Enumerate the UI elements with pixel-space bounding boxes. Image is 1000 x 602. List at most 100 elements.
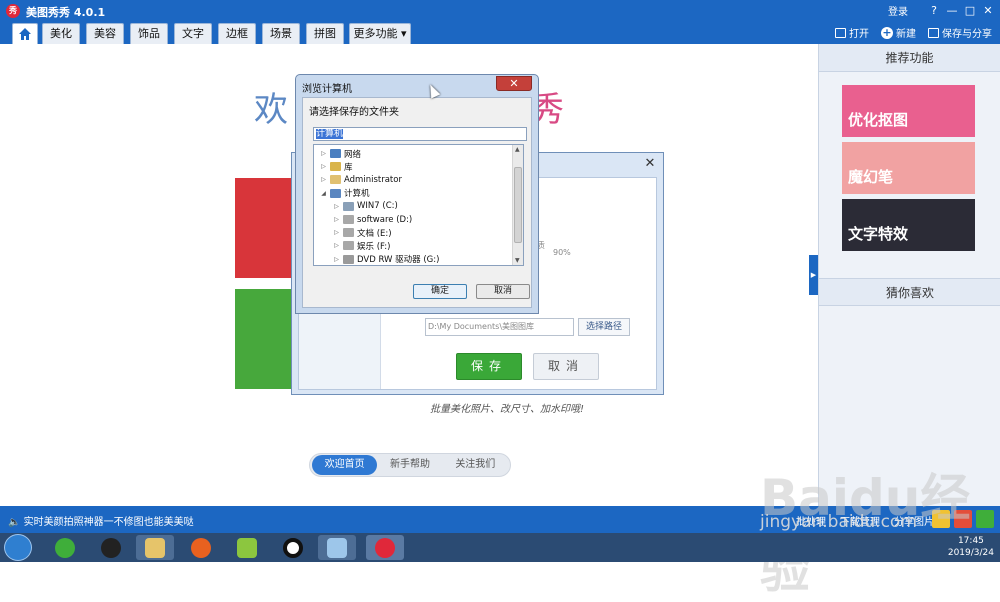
collapsed-arrow-icon[interactable]: ▷ xyxy=(320,163,327,170)
tree-item[interactable]: ▷ 网络 xyxy=(320,147,361,160)
collapsed-arrow-icon[interactable]: ▷ xyxy=(333,256,340,263)
expanded-arrow-icon[interactable]: ◢ xyxy=(320,190,327,197)
tab-more-features[interactable]: 更多功能 ▾ xyxy=(349,23,411,44)
system-clock[interactable]: 17:45 2019/3/24 xyxy=(948,535,994,559)
collage-tile[interactable] xyxy=(235,289,295,389)
menu-bar: 美化 美容 饰品 文字 边框 场景 拼图 更多功能 ▾ 打开 + 新建 保存与分享 xyxy=(0,22,1000,44)
taskbar-qq-icon[interactable] xyxy=(92,535,130,560)
collapsed-arrow-icon[interactable]: ▷ xyxy=(333,203,340,210)
tab-frames[interactable]: 边框 xyxy=(218,23,256,44)
folder-icon xyxy=(835,27,846,38)
collapsed-arrow-icon[interactable]: ▷ xyxy=(333,229,340,236)
maximize-button[interactable]: □ xyxy=(964,4,976,17)
taskbar-recorder-icon[interactable] xyxy=(274,535,312,560)
browse-dialog-close-icon[interactable]: ✕ xyxy=(496,76,532,91)
scroll-up-icon[interactable]: ▲ xyxy=(515,146,520,153)
tree-item[interactable]: ▷ DVD RW 驱动器 (G:) xyxy=(333,253,440,266)
batch-tagline: 批量美化照片、改尺寸、加水印哦! xyxy=(430,404,585,415)
tree-item-label: 网络 xyxy=(344,149,362,160)
nav-follow-us[interactable]: 关注我们 xyxy=(443,455,508,475)
tab-accessories[interactable]: 饰品 xyxy=(130,23,168,44)
save-path-input[interactable]: D:\My Documents\美图图库 xyxy=(425,318,574,336)
close-button[interactable]: ✕ xyxy=(982,4,994,17)
card-smart-cutout[interactable]: 优化抠图 xyxy=(842,85,975,137)
right-panel: 推荐功能 优化抠图 魔幻笔 文字特效 猜你喜欢 xyxy=(818,44,1000,506)
dvd-icon xyxy=(343,254,354,264)
tree-item[interactable]: ▷ 文档 (E:) xyxy=(333,226,392,239)
drive-icon xyxy=(343,228,354,238)
tree-item[interactable]: ▷ 库 xyxy=(320,160,353,173)
folder-path-value: 计算机 xyxy=(316,129,344,139)
folder-tree: ▲ ▼ ▷ 网络 ▷ 库 ▷ Administrator ◢ 计算机 ▷ WIN7 (C:) ▷ so… xyxy=(313,144,524,266)
help-button[interactable]: ? xyxy=(928,4,940,17)
beautify-tile[interactable] xyxy=(235,178,295,278)
tree-item[interactable]: ▷ WIN7 (C:) xyxy=(333,200,398,213)
taskbar-explorer-icon[interactable] xyxy=(136,535,174,560)
save-share-button[interactable]: 保存与分享 xyxy=(928,25,992,40)
tree-item-label: WIN7 (C:) xyxy=(357,201,398,212)
panel-collapse-handle[interactable]: ▶ xyxy=(809,255,818,295)
network-icon xyxy=(330,149,341,158)
tree-item[interactable]: ▷ Administrator xyxy=(320,173,402,186)
save-button[interactable]: 保存 xyxy=(456,353,522,380)
tab-scenes[interactable]: 场景 xyxy=(262,23,300,44)
tab-home[interactable] xyxy=(12,23,38,44)
browse-cancel-button[interactable]: 取消 xyxy=(476,284,530,299)
plus-icon: + xyxy=(881,25,893,39)
tab-collage[interactable]: 拼图 xyxy=(306,23,344,44)
taskbar-360-icon[interactable] xyxy=(46,535,84,560)
scroll-thumb[interactable] xyxy=(514,167,522,243)
collapsed-arrow-icon[interactable]: ▷ xyxy=(333,216,340,223)
cancel-button[interactable]: 取消 xyxy=(533,353,599,380)
choose-path-button[interactable]: 选择路径 xyxy=(578,318,630,336)
computer-icon xyxy=(330,188,341,198)
window-controls: 登录 ? — □ ✕ xyxy=(888,3,994,18)
welcome-heading-left: 欢 xyxy=(254,90,288,130)
tree-scrollbar[interactable]: ▲ ▼ xyxy=(512,145,523,265)
start-button-icon[interactable] xyxy=(4,534,32,561)
open-button[interactable]: 打开 xyxy=(835,25,869,40)
tree-item-label: DVD RW 驱动器 (G:) xyxy=(357,255,440,266)
status-tip[interactable]: 🔈 实时美颜拍照神器一不修图也能美美哒 xyxy=(8,513,194,528)
windows-taskbar: 17:45 2019/3/24 xyxy=(0,533,1000,562)
new-button[interactable]: + 新建 xyxy=(881,25,916,40)
status-tip-text: 实时美颜拍照神器一不修图也能美美哒 xyxy=(23,517,194,528)
nav-help[interactable]: 新手帮助 xyxy=(377,455,442,475)
card-text-effects[interactable]: 文字特效 xyxy=(842,199,975,251)
clock-time: 17:45 xyxy=(957,536,984,546)
browse-dialog-title: 浏览计算机 xyxy=(302,84,352,95)
app-title: 美图秀秀 4.0.1 xyxy=(26,6,106,19)
clock-date: 2019/3/24 xyxy=(947,548,994,558)
tree-item[interactable]: ◢ 计算机 xyxy=(320,187,370,200)
minimize-button[interactable]: — xyxy=(946,4,958,17)
scroll-down-icon[interactable]: ▼ xyxy=(515,257,520,264)
taskbar-media-icon[interactable] xyxy=(228,535,266,560)
ok-button[interactable]: 确定 xyxy=(413,284,467,299)
home-icon xyxy=(19,28,31,40)
folder-path-field[interactable]: 计算机 xyxy=(313,127,527,141)
login-link[interactable]: 登录 xyxy=(888,3,908,18)
tab-text[interactable]: 文字 xyxy=(174,23,212,44)
tab-beauty[interactable]: 美容 xyxy=(86,23,124,44)
tree-item-label: software (D:) xyxy=(357,214,413,225)
tree-item[interactable]: ▷ 娱乐 (F:) xyxy=(333,239,390,252)
tree-item-label: 库 xyxy=(344,162,353,173)
collapsed-arrow-icon[interactable]: ▷ xyxy=(320,150,327,157)
tab-beautify[interactable]: 美化 xyxy=(42,23,80,44)
collapsed-arrow-icon[interactable]: ▷ xyxy=(320,176,327,183)
user-folder-icon xyxy=(330,175,341,185)
browse-dialog-prompt: 请选择保存的文件夹 xyxy=(309,107,399,118)
taskbar-firefox-icon[interactable] xyxy=(182,535,220,560)
collapsed-arrow-icon[interactable]: ▷ xyxy=(333,242,340,249)
save-dialog-close-icon[interactable]: ✕ xyxy=(643,157,657,171)
tree-item[interactable]: ▷ software (D:) xyxy=(333,213,412,226)
guess-you-like-header: 猜你喜欢 xyxy=(819,278,1000,306)
taskbar-meitu-icon[interactable] xyxy=(366,535,404,560)
open-label: 打开 xyxy=(849,29,869,40)
app-window: 秀 美图秀秀 4.0.1 登录 ? — □ ✕ 美化 美容 饰品 文字 边框 场… xyxy=(0,0,1000,533)
card-magic-pen[interactable]: 魔幻笔 xyxy=(842,142,975,194)
baidu-watermark-url: jingyan.baidu.com xyxy=(760,512,917,532)
nav-welcome-home[interactable]: 欢迎首页 xyxy=(312,455,378,475)
title-bar: 秀 美图秀秀 4.0.1 登录 ? — □ ✕ xyxy=(0,0,1000,22)
taskbar-ie-icon[interactable] xyxy=(318,535,356,560)
